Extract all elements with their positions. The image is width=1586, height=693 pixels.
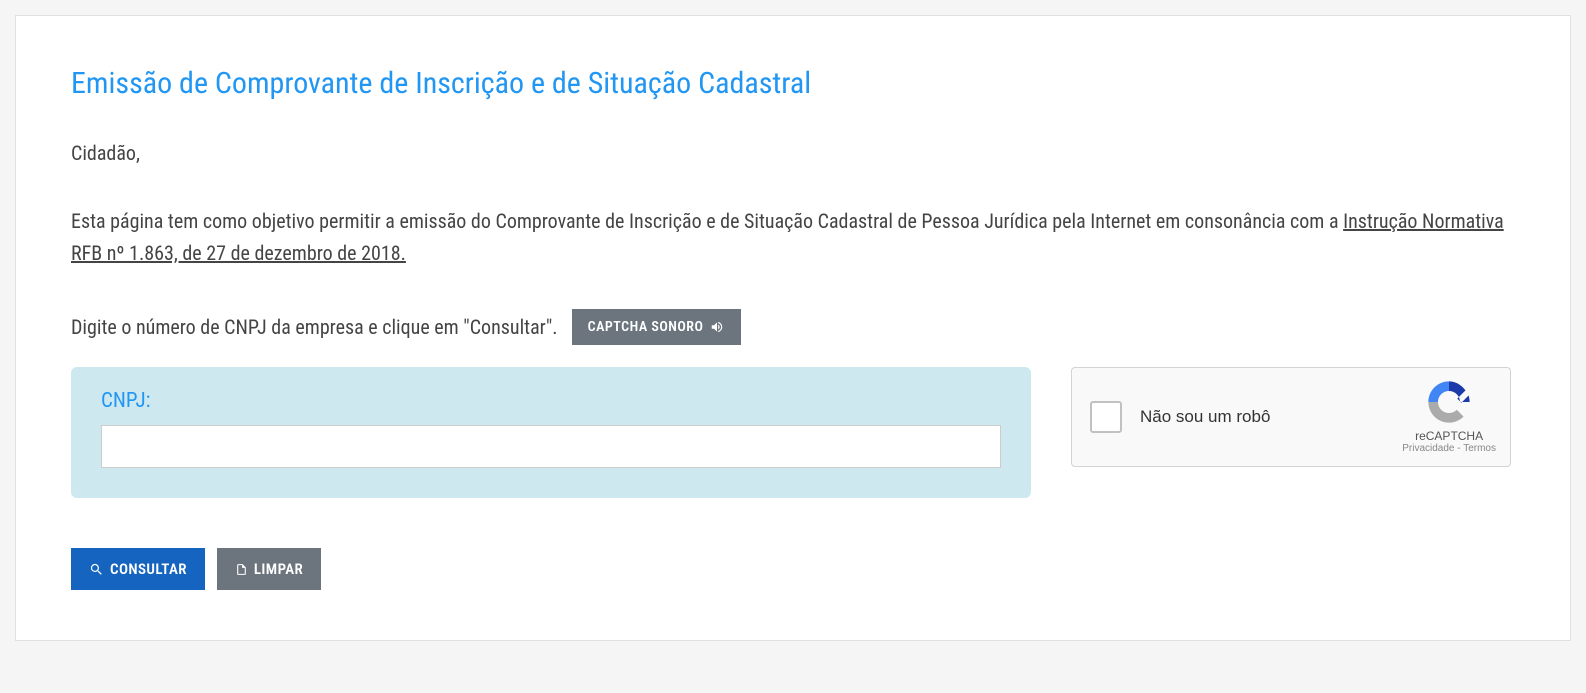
recaptcha-widget: Não sou um robô reCAPTCHA Privacidade - … [1071,367,1511,467]
recaptcha-icon [1427,380,1471,426]
cnpj-field-group: CNPJ: [71,367,1031,498]
page-title: Emissão de Comprovante de Inscrição e de… [71,66,1515,101]
limpar-button[interactable]: LIMPAR [217,548,321,590]
limpar-label: LIMPAR [254,560,303,578]
recaptcha-terms-link[interactable]: Termos [1463,443,1496,454]
cnpj-label: CNPJ: [101,389,1001,413]
instruction-row: Digite o número de CNPJ da empresa e cli… [71,309,1515,345]
actions-row: CONSULTAR LIMPAR [71,548,1515,590]
recaptcha-privacy-link[interactable]: Privacidade [1402,443,1454,454]
consultar-button[interactable]: CONSULTAR [71,548,205,590]
file-icon [235,562,248,577]
form-card: Emissão de Comprovante de Inscrição e de… [15,15,1571,641]
recaptcha-separator: - [1454,443,1463,454]
audio-captcha-button[interactable]: CAPTCHA SONORO [572,309,742,345]
instruction-text: Digite o número de CNPJ da empresa e cli… [71,315,558,339]
recaptcha-brand-name: reCAPTCHA [1402,429,1496,443]
form-row: CNPJ: Não sou um robô reCAPTCHA Privacid… [71,367,1515,498]
audio-captcha-label: CAPTCHA SONORO [588,319,704,335]
intro-text: Esta página tem como objetivo permitir a… [71,209,1343,233]
recaptcha-checkbox[interactable] [1090,401,1122,433]
intro-paragraph: Esta página tem como objetivo permitir a… [71,205,1515,269]
recaptcha-brand-links: Privacidade - Termos [1402,443,1496,454]
volume-icon [709,320,725,334]
cnpj-input[interactable] [101,425,1001,468]
consultar-label: CONSULTAR [110,560,187,578]
recaptcha-brand: reCAPTCHA Privacidade - Termos [1402,380,1496,454]
greeting-text: Cidadão, [71,141,1515,165]
search-icon [89,562,104,577]
recaptcha-label: Não sou um robô [1140,407,1384,427]
